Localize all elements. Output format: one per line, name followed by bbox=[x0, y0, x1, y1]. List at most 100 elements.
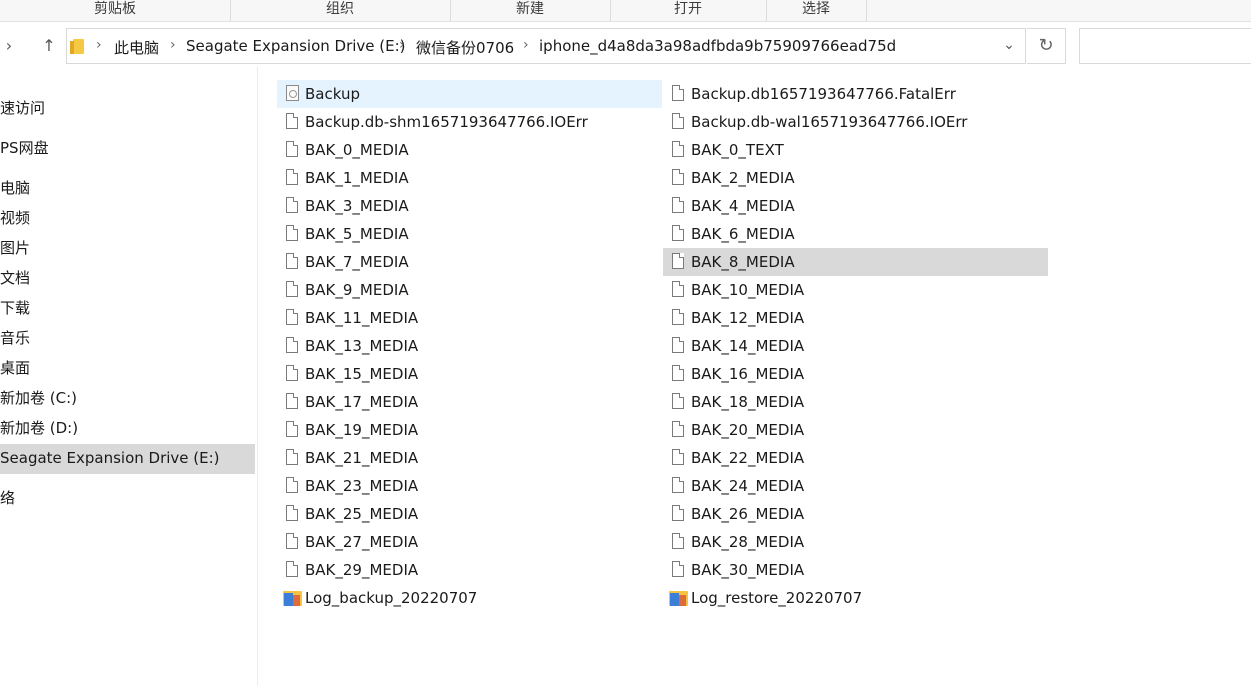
recent-locations-icon[interactable]: › bbox=[0, 35, 20, 57]
ribbon-group-open[interactable]: 打开 bbox=[610, 0, 767, 21]
file-name: BAK_24_MEDIA bbox=[691, 477, 805, 495]
file-icon bbox=[672, 393, 684, 409]
file-icon bbox=[286, 141, 298, 157]
file-name: Backup.db-wal1657193647766.IOErr bbox=[691, 113, 968, 131]
file-icon bbox=[672, 225, 684, 241]
chevron-down-icon[interactable]: ⌄ bbox=[999, 37, 1019, 53]
breadcrumb-this-pc[interactable]: 此电脑 bbox=[114, 37, 159, 58]
file-item[interactable]: Backup bbox=[277, 80, 662, 108]
file-item[interactable]: BAK_15_MEDIA bbox=[277, 360, 662, 388]
ribbon-group-select[interactable]: 选择 bbox=[766, 0, 867, 21]
address-bar[interactable]: › 此电脑 › Seagate Expansion Drive (E:) › 微… bbox=[66, 28, 1026, 64]
file-name: BAK_0_TEXT bbox=[691, 141, 784, 159]
file-name: BAK_6_MEDIA bbox=[691, 225, 795, 243]
file-item[interactable]: BAK_29_MEDIA bbox=[277, 556, 662, 584]
file-name: BAK_29_MEDIA bbox=[305, 561, 419, 579]
sidebar-item-documents[interactable]: 文档 bbox=[0, 264, 255, 294]
file-item[interactable]: BAK_23_MEDIA bbox=[277, 472, 662, 500]
file-item[interactable]: BAK_18_MEDIA bbox=[663, 388, 1048, 416]
file-icon bbox=[672, 113, 684, 129]
file-icon bbox=[286, 197, 298, 213]
file-item[interactable]: BAK_1_MEDIA bbox=[277, 164, 662, 192]
file-item[interactable]: BAK_5_MEDIA bbox=[277, 220, 662, 248]
file-item[interactable]: BAK_12_MEDIA bbox=[663, 304, 1048, 332]
file-item[interactable]: BAK_25_MEDIA bbox=[277, 500, 662, 528]
chevron-right-icon[interactable]: › bbox=[96, 37, 102, 53]
file-item[interactable]: BAK_14_MEDIA bbox=[663, 332, 1048, 360]
file-icon bbox=[672, 365, 684, 381]
sidebar-item-drive-c[interactable]: 新加卷 (C:) bbox=[0, 384, 255, 414]
file-item[interactable]: Log_restore_20220707 bbox=[663, 584, 1048, 612]
breadcrumb-wechat-backup[interactable]: 微信备份0706 bbox=[416, 37, 514, 58]
pane-divider[interactable] bbox=[257, 67, 258, 686]
file-item[interactable]: BAK_10_MEDIA bbox=[663, 276, 1048, 304]
sidebar-item-desktop[interactable]: 桌面 bbox=[0, 354, 255, 384]
file-name: Backup bbox=[305, 85, 360, 103]
sidebar-item-wps-drive[interactable]: PS网盘 bbox=[0, 134, 255, 164]
file-item[interactable]: BAK_13_MEDIA bbox=[277, 332, 662, 360]
file-icon bbox=[672, 533, 684, 549]
file-item[interactable]: BAK_21_MEDIA bbox=[277, 444, 662, 472]
sidebar-item-drive-d[interactable]: 新加卷 (D:) bbox=[0, 414, 255, 444]
file-item[interactable]: BAK_26_MEDIA bbox=[663, 500, 1048, 528]
sidebar-item-this-pc[interactable]: 电脑 bbox=[0, 174, 255, 204]
file-item[interactable]: BAK_7_MEDIA bbox=[277, 248, 662, 276]
file-item[interactable]: BAK_11_MEDIA bbox=[277, 304, 662, 332]
file-item[interactable]: BAK_0_TEXT bbox=[663, 136, 1048, 164]
file-name: BAK_22_MEDIA bbox=[691, 449, 805, 467]
file-item[interactable]: BAK_3_MEDIA bbox=[277, 192, 662, 220]
file-name: BAK_3_MEDIA bbox=[305, 197, 409, 215]
file-item[interactable]: Backup.db-shm1657193647766.IOErr bbox=[277, 108, 662, 136]
file-name: Log_restore_20220707 bbox=[691, 589, 863, 607]
file-item[interactable]: Log_backup_20220707 bbox=[277, 584, 662, 612]
file-icon bbox=[672, 449, 684, 465]
file-item[interactable]: BAK_20_MEDIA bbox=[663, 416, 1048, 444]
file-name: BAK_4_MEDIA bbox=[691, 197, 795, 215]
ribbon-group-new[interactable]: 新建 bbox=[450, 0, 611, 21]
file-item[interactable]: BAK_19_MEDIA bbox=[277, 416, 662, 444]
file-icon bbox=[286, 561, 298, 577]
ribbon-group-clipboard[interactable]: 剪贴板 bbox=[0, 0, 231, 21]
file-item[interactable]: BAK_28_MEDIA bbox=[663, 528, 1048, 556]
breadcrumb-drive[interactable]: Seagate Expansion Drive (E:) bbox=[186, 37, 406, 55]
sidebar-item-quick-access[interactable]: 速访问 bbox=[0, 94, 255, 124]
file-icon bbox=[286, 449, 298, 465]
file-item[interactable]: BAK_6_MEDIA bbox=[663, 220, 1048, 248]
file-icon bbox=[672, 505, 684, 521]
up-arrow-icon[interactable]: ↑ bbox=[38, 35, 60, 57]
file-item[interactable]: BAK_24_MEDIA bbox=[663, 472, 1048, 500]
sidebar-item-downloads[interactable]: 下载 bbox=[0, 294, 255, 324]
chevron-right-icon[interactable]: › bbox=[523, 37, 529, 53]
file-icon bbox=[286, 365, 298, 381]
file-item[interactable]: BAK_17_MEDIA bbox=[277, 388, 662, 416]
sidebar-item-pictures[interactable]: 图片 bbox=[0, 234, 255, 264]
ribbon-group-organize[interactable]: 组织 bbox=[230, 0, 451, 21]
file-item[interactable]: Backup.db-wal1657193647766.IOErr bbox=[663, 108, 1048, 136]
file-item[interactable]: BAK_2_MEDIA bbox=[663, 164, 1048, 192]
file-item[interactable]: BAK_8_MEDIA bbox=[663, 248, 1048, 276]
file-icon bbox=[672, 281, 684, 297]
file-icon bbox=[286, 505, 298, 521]
breadcrumb-iphone-folder[interactable]: iphone_d4a8da3a98adfbda9b75909766ead75d bbox=[539, 37, 896, 55]
file-icon bbox=[286, 113, 298, 129]
file-item[interactable]: BAK_27_MEDIA bbox=[277, 528, 662, 556]
file-item[interactable]: BAK_22_MEDIA bbox=[663, 444, 1048, 472]
file-item[interactable]: BAK_16_MEDIA bbox=[663, 360, 1048, 388]
sidebar-item-network[interactable]: 络 bbox=[0, 484, 255, 514]
refresh-icon[interactable]: ↻ bbox=[1027, 28, 1066, 64]
chevron-right-icon[interactable]: › bbox=[399, 37, 405, 53]
file-item[interactable]: BAK_4_MEDIA bbox=[663, 192, 1048, 220]
file-name: BAK_5_MEDIA bbox=[305, 225, 409, 243]
file-name: BAK_10_MEDIA bbox=[691, 281, 805, 299]
chevron-right-icon[interactable]: › bbox=[170, 37, 176, 53]
sidebar-item-drive-e[interactable]: Seagate Expansion Drive (E:) bbox=[0, 444, 255, 474]
sidebar-item-music[interactable]: 音乐 bbox=[0, 324, 255, 354]
file-name: BAK_19_MEDIA bbox=[305, 421, 419, 439]
file-item[interactable]: BAK_9_MEDIA bbox=[277, 276, 662, 304]
file-name: BAK_26_MEDIA bbox=[691, 505, 805, 523]
file-item[interactable]: BAK_0_MEDIA bbox=[277, 136, 662, 164]
sidebar-item-videos[interactable]: 视频 bbox=[0, 204, 255, 234]
file-item[interactable]: Backup.db1657193647766.FatalErr bbox=[663, 80, 1048, 108]
file-item[interactable]: BAK_30_MEDIA bbox=[663, 556, 1048, 584]
search-input[interactable] bbox=[1079, 28, 1251, 64]
